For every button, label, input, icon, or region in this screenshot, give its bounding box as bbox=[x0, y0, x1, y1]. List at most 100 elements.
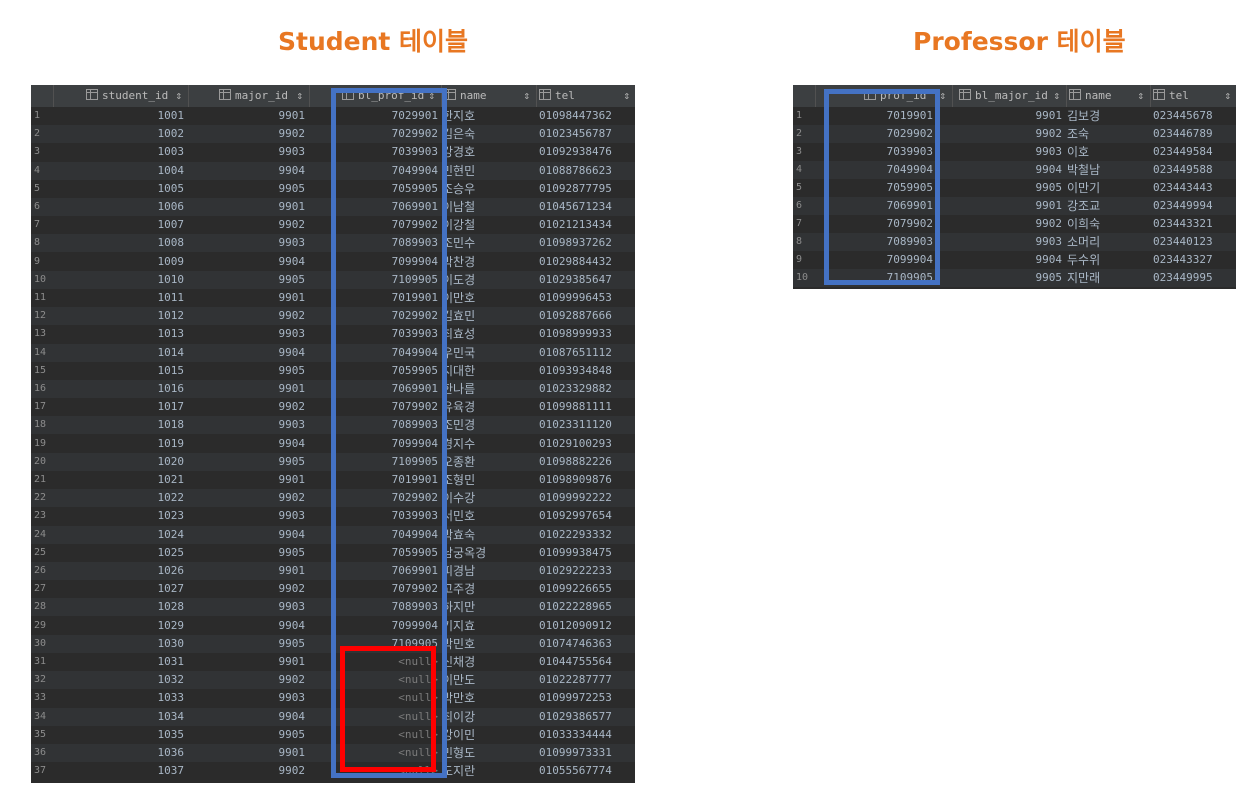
table-row[interactable]: 8 1008 9903 7089903 조민수 01098937262 bbox=[31, 234, 635, 253]
cell-major-id[interactable]: 9905 bbox=[188, 362, 308, 380]
cell-major-id[interactable]: 9901 bbox=[188, 471, 308, 489]
table-row[interactable]: 3 7039903 9903 이호 023449584 bbox=[793, 143, 1236, 161]
table-row[interactable]: 27 1027 9902 7079902 고주경 01099226655 bbox=[31, 580, 635, 599]
table-row[interactable]: 32 1032 9902 <null> 이만도 01022287777 bbox=[31, 671, 635, 690]
cell-prof-id[interactable]: 7069901 bbox=[309, 380, 440, 398]
cell-prof-id[interactable]: 7029902 bbox=[309, 307, 440, 325]
cell-name[interactable]: 민현민 bbox=[441, 162, 535, 180]
cell-name[interactable]: 민형도 bbox=[441, 744, 535, 762]
cell-student-id[interactable]: 1030 bbox=[53, 635, 187, 653]
cell-prof-id[interactable]: 7039903 bbox=[815, 143, 951, 161]
cell-major-id[interactable]: 9905 bbox=[188, 453, 308, 471]
cell-student-id[interactable]: 1027 bbox=[53, 580, 187, 598]
cell-name[interactable]: 김보경 bbox=[1066, 107, 1149, 125]
column-header-prof-id[interactable]: bl_prof_id ⇕ bbox=[309, 85, 441, 107]
cell-bl-major-id[interactable]: 9905 bbox=[952, 269, 1065, 287]
cell-prof-id[interactable]: 7089903 bbox=[815, 233, 951, 251]
table-row[interactable]: 1 1001 9901 7029901 한지호 01098447362 bbox=[31, 107, 635, 125]
cell-name[interactable]: 한지호 bbox=[441, 107, 535, 125]
cell-name[interactable]: 하지만 bbox=[441, 598, 535, 616]
cell-student-id[interactable]: 1033 bbox=[53, 689, 187, 707]
cell-major-id[interactable]: 9902 bbox=[188, 580, 308, 598]
cell-tel[interactable]: 01098447362 bbox=[536, 107, 635, 125]
cell-major-id[interactable]: 9903 bbox=[188, 507, 308, 525]
cell-name[interactable]: 지대한 bbox=[441, 362, 535, 380]
sort-icon[interactable]: ⇕ bbox=[939, 85, 946, 107]
cell-name[interactable]: 김효민 bbox=[441, 307, 535, 325]
column-header-name[interactable]: name ⇕ bbox=[1066, 85, 1150, 107]
table-row[interactable]: 1 7019901 9901 김보경 023445678 bbox=[793, 107, 1236, 125]
table-row[interactable]: 3 1003 9903 7039903 강경호 01092938476 bbox=[31, 143, 635, 162]
table-row[interactable]: 19 1019 9904 7099904 경지수 01029100293 bbox=[31, 434, 635, 453]
table-row[interactable]: 11 1011 9901 7019901 이만호 01099996453 bbox=[31, 289, 635, 307]
cell-name[interactable]: 박찬경 bbox=[441, 253, 535, 271]
cell-tel[interactable]: 023449994 bbox=[1150, 197, 1236, 215]
cell-student-id[interactable]: 1001 bbox=[53, 107, 187, 125]
cell-bl-major-id[interactable]: 9902 bbox=[952, 215, 1065, 233]
table-row[interactable]: 14 1014 9904 7049904 우민국 01087651112 bbox=[31, 343, 635, 362]
table-row[interactable]: 10 7109905 9905 지만래 023449995 bbox=[793, 269, 1236, 287]
cell-prof-id[interactable]: 7109905 bbox=[309, 453, 440, 471]
table-row[interactable]: 24 1024 9904 7049904 박효숙 01022293332 bbox=[31, 525, 635, 544]
sort-icon[interactable]: ⇕ bbox=[1224, 85, 1231, 107]
cell-tel[interactable]: 01099226655 bbox=[536, 580, 635, 598]
cell-major-id[interactable]: 9904 bbox=[188, 435, 308, 453]
cell-student-id[interactable]: 1014 bbox=[53, 344, 187, 362]
cell-name[interactable]: 박효숙 bbox=[441, 526, 535, 544]
cell-prof-id[interactable]: <null> bbox=[309, 689, 440, 707]
cell-name[interactable]: 경지수 bbox=[441, 435, 535, 453]
cell-bl-major-id[interactable]: 9903 bbox=[952, 143, 1065, 161]
cell-major-id[interactable]: 9903 bbox=[188, 143, 308, 161]
cell-prof-id[interactable]: 7059905 bbox=[309, 544, 440, 562]
cell-bl-major-id[interactable]: 9901 bbox=[952, 197, 1065, 215]
cell-name[interactable]: 조형민 bbox=[441, 471, 535, 489]
table-row[interactable]: 12 1012 9902 7029902 김효민 01092887666 bbox=[31, 307, 635, 326]
cell-tel[interactable]: 01099972253 bbox=[536, 689, 635, 707]
cell-name[interactable]: 이만기 bbox=[1066, 179, 1149, 197]
cell-major-id[interactable]: 9901 bbox=[188, 744, 308, 762]
cell-student-id[interactable]: 1002 bbox=[53, 125, 187, 143]
cell-tel[interactable]: 023443443 bbox=[1150, 179, 1236, 197]
cell-tel[interactable]: 01092997654 bbox=[536, 507, 635, 525]
cell-prof-id[interactable]: 7049904 bbox=[309, 526, 440, 544]
cell-prof-id[interactable]: 7069901 bbox=[309, 198, 440, 216]
cell-prof-id[interactable]: 7089903 bbox=[309, 598, 440, 616]
cell-tel[interactable]: 023449995 bbox=[1150, 269, 1236, 287]
cell-name[interactable]: 신채경 bbox=[441, 653, 535, 671]
cell-tel[interactable]: 023449584 bbox=[1150, 143, 1236, 161]
cell-bl-major-id[interactable]: 9902 bbox=[952, 125, 1065, 143]
cell-major-id[interactable]: 9903 bbox=[188, 598, 308, 616]
cell-student-id[interactable]: 1022 bbox=[53, 489, 187, 507]
cell-tel[interactable]: 01099881111 bbox=[536, 398, 635, 416]
cell-name[interactable]: 이호 bbox=[1066, 143, 1149, 161]
cell-name[interactable]: 조민경 bbox=[441, 416, 535, 434]
cell-major-id[interactable]: 9905 bbox=[188, 180, 308, 198]
cell-tel[interactable]: 01099938475 bbox=[536, 544, 635, 562]
table-row[interactable]: 4 1004 9904 7049904 민현민 01088786623 bbox=[31, 161, 635, 180]
cell-major-id[interactable]: 9905 bbox=[188, 726, 308, 744]
table-row[interactable]: 18 1018 9903 7089903 조민경 01023311120 bbox=[31, 416, 635, 435]
cell-prof-id[interactable]: 7109905 bbox=[309, 271, 440, 289]
cell-major-id[interactable]: 9901 bbox=[188, 198, 308, 216]
cell-prof-id[interactable]: 7099904 bbox=[309, 253, 440, 271]
cell-tel[interactable]: 01092877795 bbox=[536, 180, 635, 198]
cell-student-id[interactable]: 1011 bbox=[53, 289, 187, 307]
cell-prof-id[interactable]: 7049904 bbox=[815, 161, 951, 179]
cell-student-id[interactable]: 1013 bbox=[53, 325, 187, 343]
cell-prof-id[interactable]: 7089903 bbox=[309, 416, 440, 434]
cell-student-id[interactable]: 1036 bbox=[53, 744, 187, 762]
cell-prof-id[interactable]: 7029902 bbox=[309, 125, 440, 143]
table-row[interactable]: 2 1002 9902 7029902 김은숙 01023456787 bbox=[31, 125, 635, 144]
cell-student-id[interactable]: 1009 bbox=[53, 253, 187, 271]
cell-tel[interactable]: 01074746363 bbox=[536, 635, 635, 653]
cell-prof-id[interactable]: 7029902 bbox=[309, 489, 440, 507]
cell-prof-id[interactable]: 7019901 bbox=[309, 471, 440, 489]
cell-prof-id[interactable]: 7069901 bbox=[815, 197, 951, 215]
cell-tel[interactable]: 01022293332 bbox=[536, 526, 635, 544]
cell-student-id[interactable]: 1006 bbox=[53, 198, 187, 216]
table-row[interactable]: 29 1029 9904 7099904 기지효 01012090912 bbox=[31, 616, 635, 635]
table-row[interactable]: 6 1006 9901 7069901 이남철 01045671234 bbox=[31, 198, 635, 216]
cell-prof-id[interactable]: 7059905 bbox=[309, 180, 440, 198]
cell-name[interactable]: 한나름 bbox=[441, 380, 535, 398]
cell-name[interactable]: 김은숙 bbox=[441, 125, 535, 143]
